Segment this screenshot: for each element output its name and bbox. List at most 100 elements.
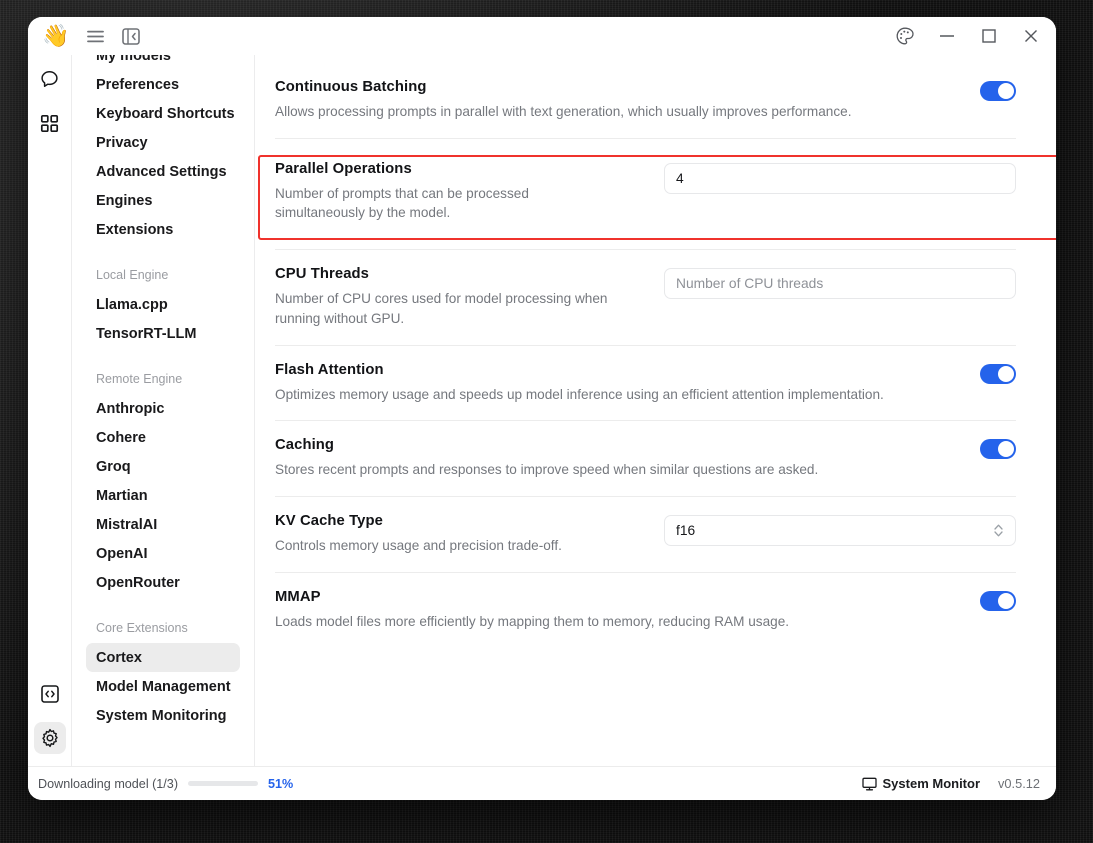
setting-control: Number of CPU threads bbox=[664, 266, 1016, 300]
sidebar-item-label: Privacy bbox=[96, 134, 148, 151]
waving-hand-icon: 👋 bbox=[42, 23, 70, 48]
setting-text: KV Cache Type Controls memory usage and … bbox=[275, 513, 664, 556]
sidebar-item-label: Llama.cpp bbox=[96, 296, 168, 313]
sidebar-item-model-management[interactable]: Model Management bbox=[86, 672, 240, 701]
download-label: Downloading model (1/3) bbox=[38, 776, 179, 791]
setting-text: Caching Stores recent prompts and respon… bbox=[275, 437, 980, 480]
window-body: My models Preferences Keyboard Shortcuts… bbox=[28, 55, 1056, 766]
setting-description: Loads model files more efficiently by ma… bbox=[275, 613, 790, 629]
setting-title: Caching bbox=[275, 437, 335, 454]
setting-text: Continuous Batching Allows processing pr… bbox=[275, 79, 980, 122]
sidebar-item-cohere[interactable]: Cohere bbox=[86, 423, 240, 452]
sidebar-item-extensions[interactable]: Extensions bbox=[86, 215, 240, 244]
sidebar-item-label: Cortex bbox=[96, 649, 142, 666]
sidebar-item-label: Engines bbox=[96, 192, 153, 209]
sidebar-item-engines[interactable]: Engines bbox=[86, 186, 240, 215]
monitor-icon bbox=[861, 777, 877, 791]
settings-list: Continuous Batching Allows processing pr… bbox=[275, 55, 1016, 647]
close-icon[interactable] bbox=[1020, 25, 1042, 47]
setting-title: KV Cache Type bbox=[275, 512, 383, 529]
sidebar-item-tensorrt-llm[interactable]: TensorRT-LLM bbox=[86, 319, 240, 348]
rail-item-apps[interactable] bbox=[34, 107, 66, 139]
sidebar-item-privacy[interactable]: Privacy bbox=[86, 128, 240, 157]
setting-description: Number of prompts that can be processed … bbox=[275, 185, 529, 221]
sidebar-item-label: Extensions bbox=[96, 221, 174, 238]
sidebar-item-label: Advanced Settings bbox=[96, 163, 227, 180]
sidebar-item-groq[interactable]: Groq bbox=[86, 452, 240, 481]
sidebar-item-label: My models bbox=[96, 55, 171, 64]
sidebar-item-keyboard-shortcuts[interactable]: Keyboard Shortcuts bbox=[86, 99, 240, 128]
system-monitor-label: System Monitor bbox=[882, 776, 981, 791]
sidebar-item-label: Preferences bbox=[96, 76, 180, 93]
icon-rail bbox=[28, 55, 72, 766]
minimize-icon[interactable] bbox=[936, 25, 958, 47]
toggle-knob bbox=[998, 441, 1014, 458]
title-bar-left: 👋 bbox=[42, 25, 141, 47]
sidebar-item-llama-cpp[interactable]: Llama.cpp bbox=[86, 290, 240, 319]
collapse-panel-icon[interactable] bbox=[121, 26, 141, 46]
setting-text: MMAP Loads model files more efficiently … bbox=[275, 589, 980, 632]
setting-text: Flash Attention Optimizes memory usage a… bbox=[275, 362, 980, 405]
setting-title: Continuous Batching bbox=[275, 79, 427, 95]
setting-cpu-threads: CPU Threads Number of CPU cores used for… bbox=[275, 249, 1016, 344]
download-status: Downloading model (1/3) 51% bbox=[38, 777, 293, 791]
flash-attention-toggle[interactable] bbox=[980, 363, 1016, 384]
palette-icon[interactable] bbox=[894, 25, 916, 47]
setting-text: Parallel Operations Number of prompts th… bbox=[275, 161, 664, 223]
chevron-up-down-icon bbox=[993, 523, 1004, 538]
system-monitor-button[interactable]: System Monitor bbox=[861, 776, 981, 791]
sidebar-item-label: Anthropic bbox=[96, 400, 165, 417]
sidebar-item-my-models[interactable]: My models bbox=[86, 55, 240, 70]
rail-item-developer[interactable] bbox=[34, 678, 66, 710]
sidebar-item-label: OpenRouter bbox=[96, 574, 180, 591]
setting-control bbox=[980, 79, 1016, 101]
setting-description: Allows processing prompts in parallel wi… bbox=[275, 104, 852, 119]
setting-continuous-batching: Continuous Batching Allows processing pr… bbox=[275, 63, 1016, 138]
sidebar-item-openrouter[interactable]: OpenRouter bbox=[86, 568, 240, 597]
sidebar-item-mistralai[interactable]: MistralAI bbox=[86, 510, 240, 539]
sidebar-item-label: Model Management bbox=[96, 678, 231, 695]
sidebar-item-system-monitoring[interactable]: System Monitoring bbox=[86, 701, 240, 730]
caching-toggle[interactable] bbox=[980, 439, 1016, 460]
kv-cache-type-select[interactable]: f16 bbox=[664, 514, 1016, 546]
settings-sidebar-list: My models Preferences Keyboard Shortcuts… bbox=[86, 55, 240, 730]
setting-title: Parallel Operations bbox=[275, 160, 412, 177]
setting-kv-cache-type: KV Cache Type Controls memory usage and … bbox=[275, 495, 1016, 572]
sidebar-group-local-engine: Local Engine bbox=[96, 268, 169, 282]
parallel-operations-input[interactable]: 4 bbox=[664, 162, 1016, 194]
setting-control: f16 bbox=[664, 513, 1016, 546]
sidebar-group-core-extensions: Core Extensions bbox=[96, 621, 188, 635]
setting-caching: Caching Stores recent prompts and respon… bbox=[275, 420, 1016, 496]
sidebar-item-cortex[interactable]: Cortex bbox=[86, 643, 240, 672]
sidebar-item-advanced-settings[interactable]: Advanced Settings bbox=[86, 157, 240, 186]
setting-text: CPU Threads Number of CPU cores used for… bbox=[275, 266, 664, 328]
sidebar-item-label: TensorRT-LLM bbox=[96, 325, 197, 342]
app-window: 👋 My models Preferences Keyboard Shortcu… bbox=[28, 17, 1056, 800]
rail-item-settings[interactable] bbox=[33, 722, 66, 754]
continuous-batching-toggle[interactable] bbox=[980, 81, 1016, 101]
setting-control: 4 bbox=[664, 161, 1016, 194]
hamburger-menu-icon[interactable] bbox=[85, 26, 105, 46]
download-percent: 51% bbox=[268, 776, 294, 791]
sidebar-item-anthropic[interactable]: Anthropic bbox=[86, 394, 240, 423]
sidebar-item-openai[interactable]: OpenAI bbox=[86, 539, 240, 568]
sidebar-item-label: Cohere bbox=[96, 429, 146, 446]
sidebar-item-label: Martian bbox=[96, 487, 148, 504]
sidebar-item-preferences[interactable]: Preferences bbox=[86, 70, 240, 99]
sidebar-item-martian[interactable]: Martian bbox=[86, 481, 240, 510]
settings-content: Continuous Batching Allows processing pr… bbox=[255, 55, 1056, 766]
setting-parallel-operations: Parallel Operations Number of prompts th… bbox=[275, 137, 1016, 249]
rail-item-chat[interactable] bbox=[34, 63, 66, 95]
setting-title: CPU Threads bbox=[275, 266, 370, 283]
toggle-knob bbox=[998, 592, 1014, 609]
version-label: v0.5.12 bbox=[998, 776, 1040, 791]
setting-control bbox=[980, 437, 1016, 460]
title-bar: 👋 bbox=[28, 17, 1056, 55]
setting-control bbox=[980, 362, 1016, 384]
status-bar: Downloading model (1/3) 51% System Monit… bbox=[28, 766, 1056, 800]
mmap-toggle[interactable] bbox=[980, 590, 1016, 611]
settings-sidebar: My models Preferences Keyboard Shortcuts… bbox=[72, 55, 255, 766]
maximize-icon[interactable] bbox=[978, 25, 1000, 47]
toggle-knob bbox=[998, 365, 1014, 382]
cpu-threads-input[interactable]: Number of CPU threads bbox=[664, 268, 1016, 300]
